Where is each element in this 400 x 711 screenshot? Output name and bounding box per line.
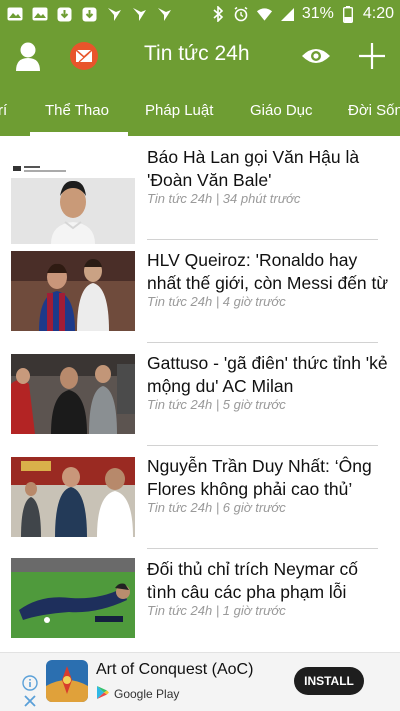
eye-icon[interactable] <box>296 36 336 76</box>
signal-icon <box>279 6 296 23</box>
download-icon <box>56 6 73 23</box>
category-tabs: rí Thể Thao Pháp Luật Giáo Dục Đời Sốn <box>0 84 400 136</box>
news-title: Gattuso - 'gã điên' thức tỉnh 'kẻ mộng d… <box>147 353 388 396</box>
bluetooth-icon <box>210 6 227 23</box>
tab-giao-duc[interactable]: Giáo Dục <box>250 102 313 119</box>
image-icon <box>31 6 48 23</box>
news-thumbnail <box>11 558 135 638</box>
status-bar: 31% 4:20 <box>0 0 400 28</box>
news-thumbnail <box>11 164 135 244</box>
install-button[interactable]: INSTALL <box>294 667 364 695</box>
news-thumbnail <box>11 251 135 331</box>
news-meta: Tin tức 24h | 6 giờ trước <box>147 500 286 515</box>
brand-icon <box>156 6 173 23</box>
list-item[interactable]: HLV Queiroz: 'Ronaldo hay nhất thế giới,… <box>0 239 400 339</box>
store-name: Google Play <box>114 687 180 701</box>
image-icon <box>6 6 23 23</box>
app-title: Tin tức 24h <box>144 42 250 65</box>
news-thumbnail <box>11 457 135 537</box>
plus-icon[interactable] <box>352 36 392 76</box>
google-play-icon <box>96 685 110 703</box>
tab-partial-left[interactable]: rí <box>0 102 7 119</box>
tab-phap-luat[interactable]: Pháp Luật <box>145 102 213 119</box>
news-title: Đối thủ chỉ trích Neymar cố tình câu các… <box>147 559 359 602</box>
wifi-icon <box>256 6 273 23</box>
list-item[interactable]: Đối thủ chỉ trích Neymar cố tình câu các… <box>0 548 400 648</box>
alarm-icon <box>233 6 250 23</box>
news-meta: Tin tức 24h | 4 giờ trước <box>147 294 286 309</box>
app-logo <box>46 660 88 702</box>
news-title: HLV Queiroz: 'Ronaldo hay nhất thế giới,… <box>147 250 389 293</box>
ad-close-icon[interactable] <box>22 693 38 709</box>
download-icon <box>81 6 98 23</box>
news-thumbnail <box>11 354 135 434</box>
list-item[interactable]: Nguyễn Trần Duy Nhất: ‘Ông Flores không … <box>0 445 400 545</box>
list-item[interactable]: Báo Hà Lan gọi Văn Hậu là 'Đoàn Văn Bale… <box>0 136 400 244</box>
news-title: Nguyễn Trần Duy Nhất: ‘Ông Flores không … <box>147 456 372 499</box>
app-bar: Tin tức 24h <box>0 28 400 84</box>
mail-icon[interactable] <box>64 36 104 76</box>
tab-doi-song[interactable]: Đời Sốn <box>348 102 400 119</box>
battery-icon <box>340 5 357 23</box>
ad-banner[interactable]: Art of Conquest (AoC) Google Play INSTAL… <box>0 652 400 711</box>
ad-info-icon[interactable] <box>22 675 38 691</box>
news-meta: Tin tức 24h | 1 giờ trước <box>147 603 286 618</box>
news-meta: Tin tức 24h | 5 giờ trước <box>147 397 286 412</box>
user-icon[interactable] <box>8 36 48 76</box>
news-meta: Tin tức 24h | 34 phút trước <box>147 191 301 206</box>
clock: 4:20 <box>362 5 394 22</box>
ad-title: Art of Conquest (AoC) <box>96 661 254 678</box>
tab-the-thao[interactable]: Thể Thao <box>45 102 109 119</box>
battery-percent: 31% <box>301 5 334 22</box>
brand-icon <box>106 6 123 23</box>
store-badge: Google Play <box>96 685 179 703</box>
brand-icon <box>131 6 148 23</box>
news-title: Báo Hà Lan gọi Văn Hậu là 'Đoàn Văn Bale… <box>147 147 360 190</box>
list-item[interactable]: Gattuso - 'gã điên' thức tỉnh 'kẻ mộng d… <box>0 342 400 442</box>
